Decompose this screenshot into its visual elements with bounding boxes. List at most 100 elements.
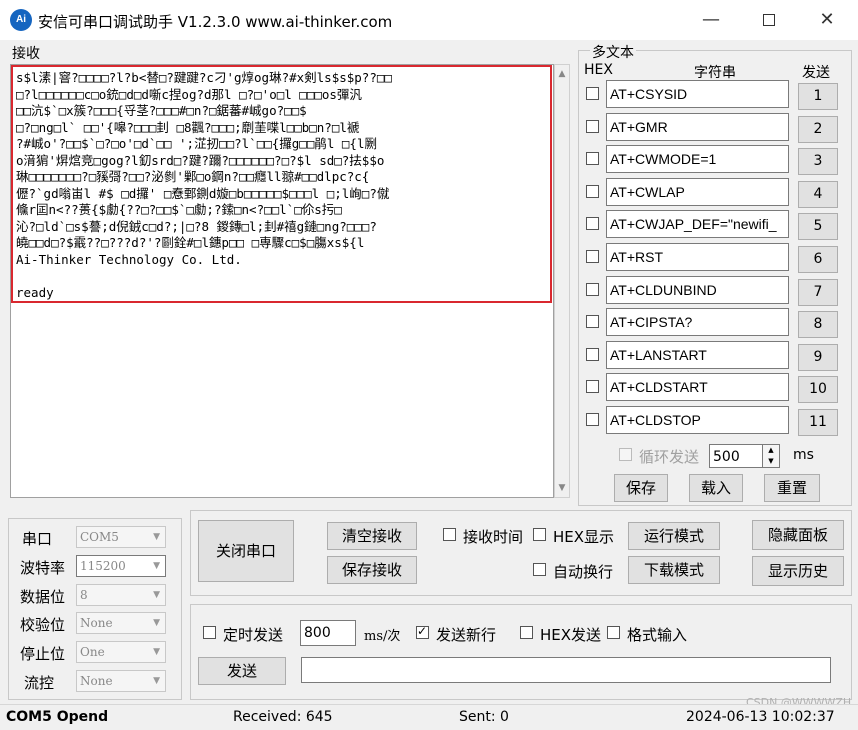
databits-select[interactable]: 8 ▼ (76, 584, 166, 606)
multi-command-input[interactable]: AT+RST (606, 243, 789, 271)
send-button[interactable]: 发送 (198, 657, 286, 685)
multi-send-button[interactable]: 4 (798, 181, 838, 208)
multi-command-input[interactable]: AT+CLDSTART (606, 373, 789, 401)
multi-hex-checkbox[interactable] (586, 152, 599, 165)
send-newline-label: 发送新行 (436, 626, 497, 644)
sent-count: Sent: 0 (459, 709, 509, 725)
maximize-button[interactable] (740, 0, 798, 40)
multi-hex-checkbox[interactable] (586, 217, 599, 230)
timed-interval-unit: ms/次 (364, 629, 401, 644)
save-receive-button[interactable]: 保存接收 (327, 556, 417, 584)
multi-command-input[interactable]: AT+CIPSTA? (606, 308, 789, 336)
multi-command-input[interactable]: AT+CLDSTOP (606, 406, 789, 434)
multi-hex-checkbox[interactable] (586, 283, 599, 296)
flow-label: 流控 (24, 674, 55, 692)
receive-content: s$l溸|窨?□□□□?l?b<替□?踺踺?c刁'g焞og琳?#x剣ls$s$p… (16, 70, 392, 300)
clear-receive-button[interactable]: 清空接收 (327, 522, 417, 550)
chevron-down-icon: ▼ (153, 590, 160, 600)
multi-send-button[interactable]: 8 (798, 311, 838, 338)
receive-time-checkbox[interactable] (443, 528, 456, 541)
send-newline-checkbox[interactable] (416, 624, 429, 639)
port-select[interactable]: COM5 ▼ (76, 526, 166, 548)
format-input-checkbox[interactable] (607, 626, 620, 639)
baud-select[interactable]: 115200 ▼ (76, 555, 166, 577)
hex-send-label: HEX发送 (540, 626, 602, 644)
multi-command-input[interactable]: AT+GMR (606, 113, 789, 141)
multi-command-input[interactable]: AT+CLDUNBIND (606, 276, 789, 304)
multi-command-input[interactable]: AT+CWJAP_DEF="newifi_ (606, 210, 789, 238)
minimize-button[interactable]: — (682, 0, 740, 40)
spin-down-icon[interactable]: ▼ (763, 456, 779, 467)
app-logo-icon: Ai (10, 9, 32, 31)
format-input-label: 格式输入 (627, 626, 688, 644)
receive-time-label: 接收时间 (463, 528, 524, 546)
timed-send-checkbox[interactable] (203, 626, 216, 639)
window-title: 安信可串口调试助手 V1.2.3.0 www.ai-thinker.com (38, 13, 393, 31)
loop-interval-input[interactable]: 500 (709, 444, 763, 468)
flow-select[interactable]: None ▼ (76, 670, 166, 692)
port-label: 串口 (22, 530, 53, 548)
multi-send-button[interactable]: 7 (798, 279, 838, 306)
interval-spinner[interactable]: ▲ ▼ (762, 444, 780, 468)
send-column-header: 发送 (802, 65, 830, 81)
hide-panel-button[interactable]: 隐藏面板 (752, 520, 844, 550)
multi-hex-checkbox[interactable] (586, 315, 599, 328)
scroll-up-icon[interactable]: ▲ (557, 69, 567, 79)
receive-label: 接收 (12, 46, 40, 62)
multi-hex-checkbox[interactable] (586, 87, 599, 100)
timed-send-label: 定时发送 (223, 626, 284, 644)
multi-command-input[interactable]: AT+CSYSID (606, 80, 789, 108)
loop-send-checkbox[interactable] (619, 448, 632, 461)
multi-command-input[interactable]: AT+LANSTART (606, 341, 789, 369)
multi-hex-checkbox[interactable] (586, 120, 599, 133)
multi-send-button[interactable]: 6 (798, 246, 838, 273)
spin-up-icon[interactable]: ▲ (763, 445, 779, 456)
reset-multi-button[interactable]: 重置 (764, 474, 820, 502)
receive-scrollbar[interactable]: ▲ ▼ (554, 64, 570, 498)
chevron-down-icon: ▼ (153, 647, 160, 657)
hex-column-header: HEX (584, 62, 613, 78)
show-history-button[interactable]: 显示历史 (752, 556, 844, 586)
hex-display-checkbox[interactable] (533, 528, 546, 541)
multi-hex-checkbox[interactable] (586, 348, 599, 361)
multi-hex-checkbox[interactable] (586, 185, 599, 198)
hex-send-checkbox[interactable] (520, 626, 533, 639)
maximize-icon (763, 14, 775, 26)
send-group (190, 604, 852, 700)
save-multi-button[interactable]: 保存 (614, 474, 668, 502)
load-multi-button[interactable]: 载入 (689, 474, 743, 502)
string-column-header: 字符串 (694, 65, 736, 81)
title-bar: Ai 安信可串口调试助手 V1.2.3.0 www.ai-thinker.com… (0, 0, 858, 40)
multi-send-button[interactable]: 5 (798, 213, 838, 240)
multi-hex-checkbox[interactable] (586, 250, 599, 263)
scroll-down-icon[interactable]: ▼ (557, 483, 567, 493)
status-bar: COM5 Opend Received: 645 Sent: 0 2024-06… (0, 704, 858, 730)
timed-interval-input[interactable]: 800 (300, 620, 356, 646)
multi-hex-checkbox[interactable] (586, 413, 599, 426)
close-port-button[interactable]: 关闭串口 (198, 520, 294, 582)
multi-send-button[interactable]: 1 (798, 83, 838, 110)
multi-text-label: 多文本 (590, 42, 636, 62)
run-mode-button[interactable]: 运行模式 (628, 522, 720, 550)
parity-select[interactable]: None ▼ (76, 612, 166, 634)
multi-command-input[interactable]: AT+CWMODE=1 (606, 145, 789, 173)
multi-send-button[interactable]: 10 (798, 376, 838, 403)
baud-label: 波特率 (20, 559, 66, 577)
multi-command-input[interactable]: AT+CWLAP (606, 178, 789, 206)
multi-send-button[interactable]: 11 (798, 409, 838, 436)
stopbits-select[interactable]: One ▼ (76, 641, 166, 663)
close-button[interactable]: ✕ (798, 0, 856, 40)
received-count: Received: 645 (233, 709, 333, 725)
chevron-down-icon: ▼ (153, 618, 160, 628)
multi-send-button[interactable]: 2 (798, 116, 838, 143)
send-input[interactable] (301, 657, 831, 683)
auto-wrap-label: 自动换行 (553, 563, 614, 581)
auto-wrap-checkbox[interactable] (533, 563, 546, 576)
multi-send-button[interactable]: 3 (798, 148, 838, 175)
multi-send-button[interactable]: 9 (798, 344, 838, 371)
download-mode-button[interactable]: 下载模式 (628, 556, 720, 584)
multi-hex-checkbox[interactable] (586, 380, 599, 393)
status-datetime: 2024-06-13 10:02:37 (686, 709, 835, 725)
chevron-down-icon: ▼ (153, 532, 160, 542)
databits-label: 数据位 (20, 588, 66, 606)
